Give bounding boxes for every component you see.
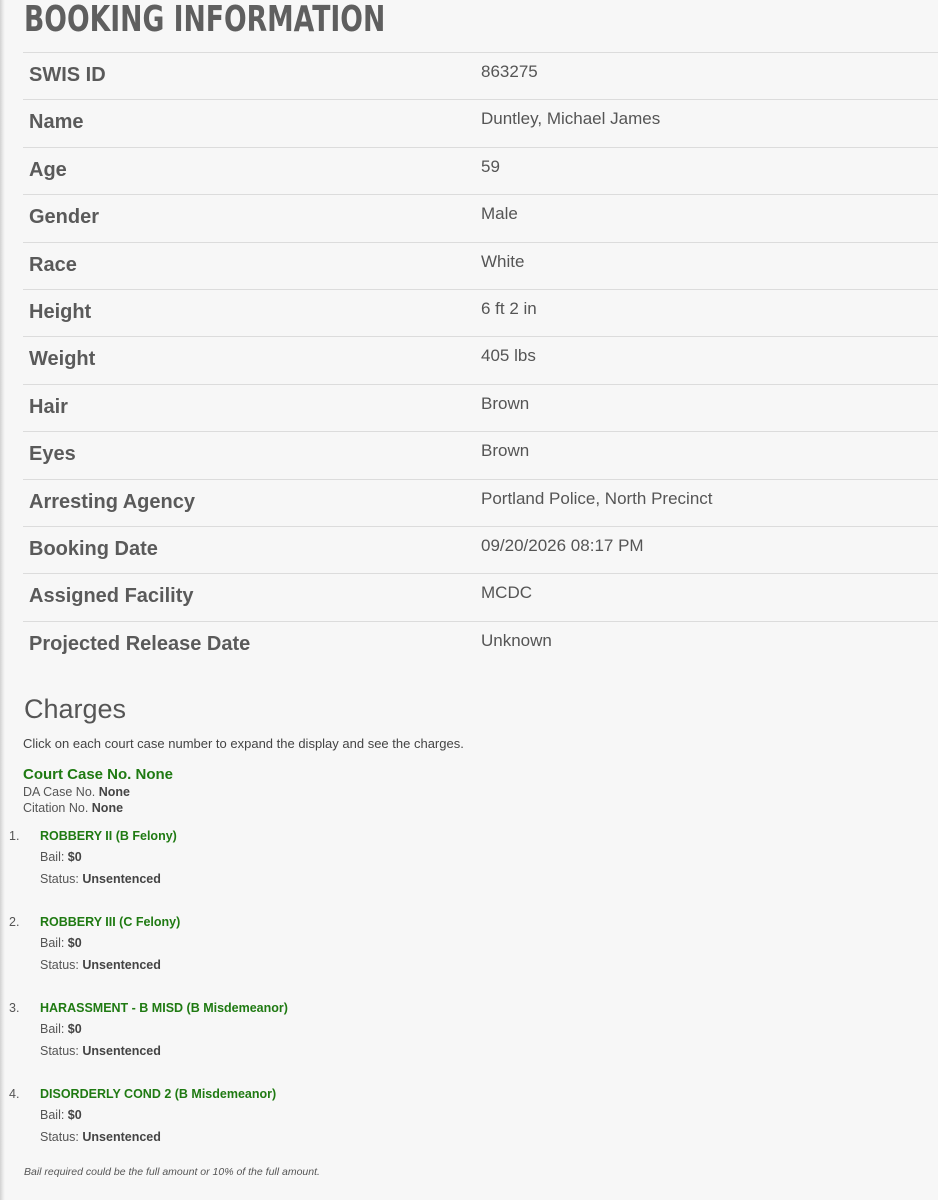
court-case-block: Court Case No. None DA Case No. None Cit… [23, 766, 173, 816]
info-label: Name [29, 111, 84, 134]
da-case-value: None [98, 785, 130, 799]
info-value: Male [481, 204, 518, 224]
info-row-age: Age 59 [23, 148, 938, 196]
status-label: Status: [40, 872, 83, 886]
bail-label: Bail: [40, 1108, 68, 1122]
info-label: Assigned Facility [29, 585, 194, 608]
info-row-assigned-facility: Assigned Facility MCDC [23, 574, 938, 622]
charge-number: 2. [9, 915, 20, 929]
info-value: Brown [481, 393, 530, 413]
info-value: MCDC [481, 583, 532, 603]
info-row-booking-date: Booking Date 09/20/2026 08:17 PM [23, 527, 938, 575]
court-case-label: Court Case No. [23, 766, 136, 783]
bail-value: $0 [67, 1108, 82, 1122]
charge-bail: Bail: $0 [40, 1022, 82, 1036]
info-row-projected-release-date: Projected Release Date Unknown [23, 622, 938, 669]
charge-item: 3. HARASSMENT - B MISD (B Misdemeanor) B… [0, 998, 938, 1084]
charge-title-link[interactable]: ROBBERY II (B Felony) [40, 829, 177, 843]
info-label: Race [29, 253, 77, 276]
citation-value: None [91, 801, 124, 815]
charge-bail: Bail: $0 [40, 1108, 82, 1122]
info-label: Projected Release Date [29, 632, 251, 655]
charge-title-link[interactable]: ROBBERY III (C Felony) [40, 915, 180, 929]
info-row-weight: Weight 405 lbs [23, 337, 938, 385]
info-row-name: Name Duntley, Michael James [23, 100, 938, 148]
info-row-height: Height 6 ft 2 in [23, 290, 938, 338]
charge-status: Status: Unsentenced [40, 872, 161, 886]
bail-value: $0 [67, 850, 82, 864]
bail-label: Bail: [40, 1022, 68, 1036]
status-value: Unsentenced [82, 958, 161, 972]
da-case-label: DA Case No. [23, 785, 99, 799]
info-value: 863275 [481, 62, 538, 81]
charge-bail: Bail: $0 [40, 850, 82, 864]
info-label: Age [29, 158, 67, 181]
bail-value: $0 [67, 936, 82, 950]
info-value: White [481, 251, 525, 271]
info-row-hair: Hair Brown [23, 385, 938, 433]
info-row-race: Race White [23, 243, 938, 290]
info-label: Gender [29, 206, 100, 229]
citation-line: Citation No. None [23, 800, 173, 816]
bail-label: Bail: [40, 850, 68, 864]
bail-label: Bail: [40, 936, 68, 950]
bail-value: $0 [67, 1022, 82, 1036]
charge-status: Status: Unsentenced [40, 958, 161, 972]
charge-number: 4. [9, 1087, 20, 1101]
info-label: Eyes [29, 443, 76, 466]
charge-title-link[interactable]: DISORDERLY COND 2 (B Misdemeanor) [40, 1087, 276, 1101]
charge-list: 1. ROBBERY II (B Felony) Bail: $0 Status… [0, 826, 938, 1170]
charge-item: 2. ROBBERY III (C Felony) Bail: $0 Statu… [0, 912, 938, 998]
da-case-line: DA Case No. None [23, 784, 173, 800]
status-value: Unsentenced [82, 1044, 161, 1058]
booking-info-table: SWIS ID 863275 Name Duntley, Michael Jam… [23, 52, 938, 669]
info-value: 09/20/2026 08:17 PM [481, 535, 644, 555]
charge-bail: Bail: $0 [40, 936, 82, 950]
info-value: 6 ft 2 in [481, 298, 537, 318]
charge-number: 3. [9, 1001, 20, 1015]
charge-status: Status: Unsentenced [40, 1130, 161, 1144]
status-label: Status: [40, 1130, 83, 1144]
info-label: Hair [29, 395, 68, 418]
charge-title-link[interactable]: HARASSMENT - B MISD (B Misdemeanor) [40, 1001, 288, 1015]
court-case-link[interactable]: Court Case No. None [23, 766, 173, 784]
bail-footnote: Bail required could be the full amount o… [24, 1166, 320, 1178]
info-value: Brown [481, 441, 530, 461]
court-case-value: None [135, 766, 174, 783]
charges-heading: Charges [24, 694, 127, 724]
info-label: SWIS ID [29, 64, 106, 86]
info-label: Booking Date [29, 537, 158, 560]
info-label: Height [29, 300, 92, 323]
status-value: Unsentenced [82, 1130, 161, 1144]
info-row-swis-id: SWIS ID 863275 [23, 53, 938, 101]
charges-intro-text: Click on each court case number to expan… [23, 736, 464, 751]
status-label: Status: [40, 958, 83, 972]
info-value: 405 lbs [481, 346, 536, 366]
citation-label: Citation No. [23, 801, 92, 815]
charge-number: 1. [9, 829, 20, 843]
info-label: Arresting Agency [29, 490, 195, 513]
info-value: Unknown [481, 630, 552, 650]
charge-status: Status: Unsentenced [40, 1044, 161, 1058]
info-row-arresting-agency: Arresting Agency Portland Police, North … [23, 480, 938, 527]
booking-page: Booking Information SWIS ID 863275 Name … [0, 0, 938, 1200]
status-label: Status: [40, 1044, 83, 1058]
charge-item: 1. ROBBERY II (B Felony) Bail: $0 Status… [0, 826, 938, 912]
info-row-eyes: Eyes Brown [23, 432, 938, 480]
status-value: Unsentenced [82, 872, 161, 886]
info-row-gender: Gender Male [23, 195, 938, 243]
charge-item: 4. DISORDERLY COND 2 (B Misdemeanor) Bai… [0, 1084, 938, 1170]
info-label: Weight [29, 348, 96, 371]
info-value: Portland Police, North Precinct [481, 488, 713, 508]
info-value: 59 [481, 156, 500, 176]
info-value: Duntley, Michael James [481, 109, 661, 129]
page-title: Booking Information [24, 0, 386, 40]
